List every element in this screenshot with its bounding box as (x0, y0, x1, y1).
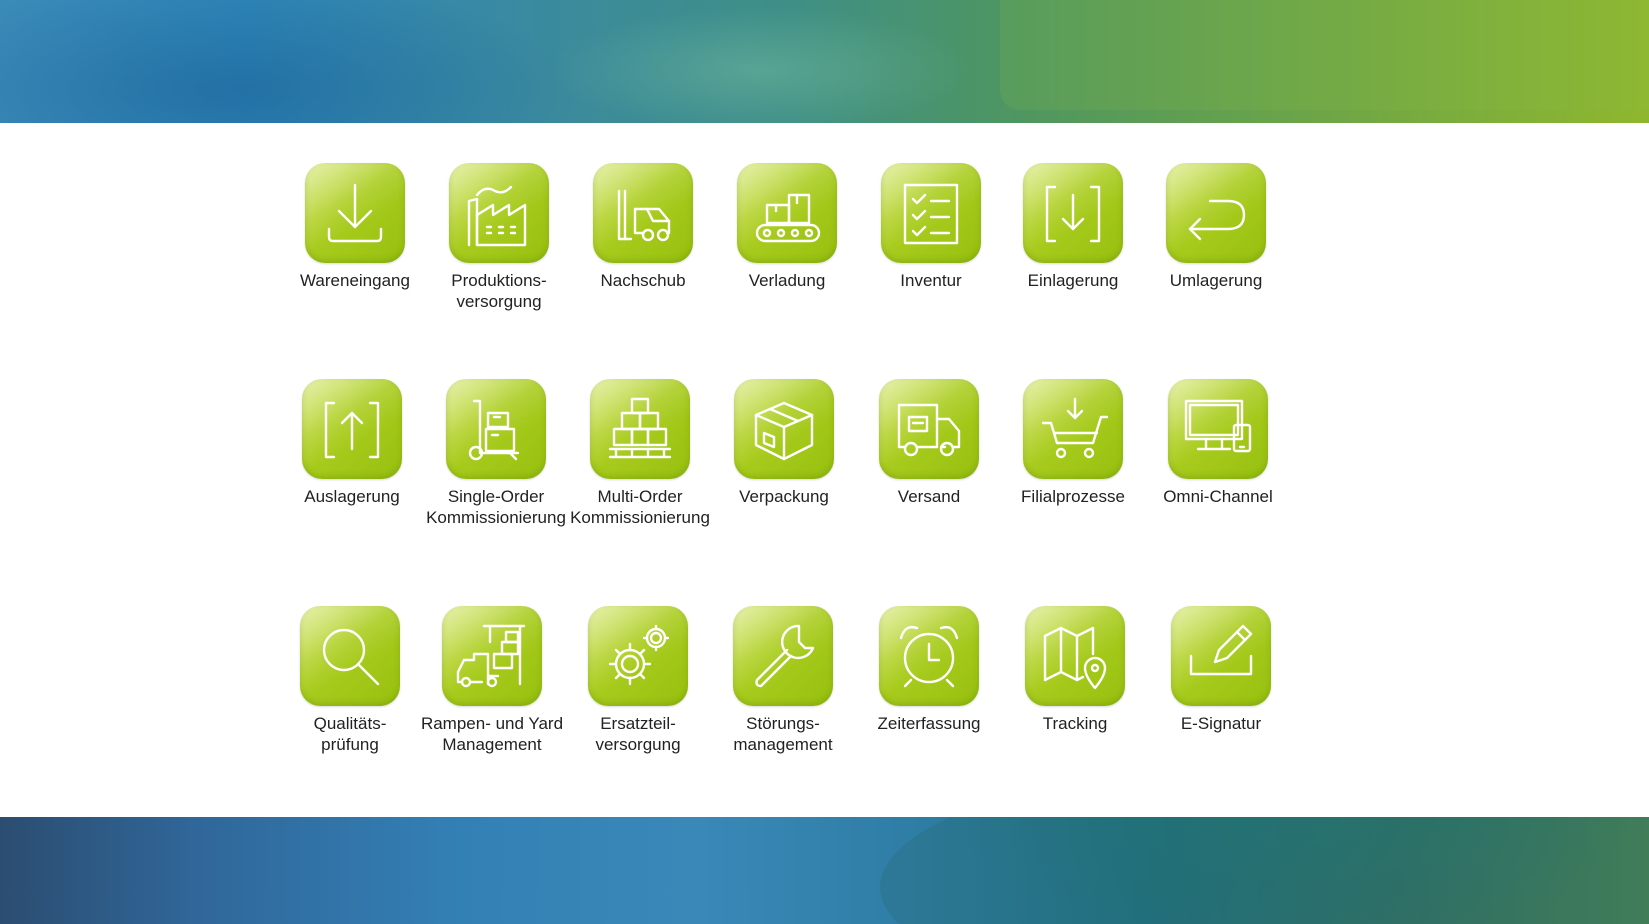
tile-rampen-yard[interactable]: Rampen- und Yard Management (417, 606, 567, 755)
tile-label: Omni-Channel (1163, 487, 1273, 506)
wrench-icon (733, 606, 833, 706)
delivery-truck-icon (879, 379, 979, 479)
map-pin-icon (1025, 606, 1125, 706)
tile-stoerungsmanagement[interactable]: Störungs- management (708, 606, 858, 755)
tile-wareneingang[interactable]: Wareneingang (280, 163, 430, 291)
tile-label: E-Signatur (1180, 714, 1262, 733)
tile-einlagerung[interactable]: Einlagerung (998, 163, 1148, 291)
tile-zeiterfassung[interactable]: Zeiterfassung (854, 606, 1004, 734)
tile-inventur[interactable]: Inventur (856, 163, 1006, 291)
factory-icon (449, 163, 549, 263)
bracket-arrow-down-icon (1023, 163, 1123, 263)
tile-label: Versand (897, 487, 961, 506)
tile-umlagerung[interactable]: Umlagerung (1141, 163, 1291, 291)
download-tray-icon (305, 163, 405, 263)
tile-omni-channel[interactable]: Omni-Channel (1143, 379, 1293, 507)
tile-label: Inventur (900, 271, 962, 290)
tile-label: Einlagerung (1027, 271, 1119, 290)
tile-label: Multi-Order Kommissionierung (570, 487, 710, 527)
gears-icon (588, 606, 688, 706)
tile-label: Qualitäts- prüfung (313, 714, 387, 754)
tile-label: Zeiterfassung (877, 714, 981, 733)
monitor-tablet-icon (1168, 379, 1268, 479)
tile-qualitaetspruefung[interactable]: Qualitäts- prüfung (275, 606, 425, 755)
tile-e-signatur[interactable]: E-Signatur (1146, 606, 1296, 734)
tile-tracking[interactable]: Tracking (1000, 606, 1150, 734)
tile-versand[interactable]: Versand (854, 379, 1004, 507)
hand-truck-icon (446, 379, 546, 479)
tile-label: Produktions- versorgung (451, 271, 547, 311)
return-arrow-icon (1166, 163, 1266, 263)
magnifier-icon (300, 606, 400, 706)
tile-label: Rampen- und Yard Management (420, 714, 564, 754)
tile-label: Verladung (748, 271, 826, 290)
tile-verladung[interactable]: Verladung (712, 163, 862, 291)
top-banner (0, 0, 1649, 123)
conveyor-belt-icon (737, 163, 837, 263)
tile-label: Umlagerung (1169, 271, 1263, 290)
bottom-banner (0, 817, 1649, 924)
tile-label: Störungs- management (733, 714, 833, 754)
checklist-icon (881, 163, 981, 263)
tile-nachschub[interactable]: Nachschub (568, 163, 718, 291)
tile-single-order[interactable]: Single-Order Kommissionierung (421, 379, 571, 528)
tile-produktionsversorgung[interactable]: Produktions- versorgung (424, 163, 574, 312)
package-box-icon (734, 379, 834, 479)
tile-label: Nachschub (600, 271, 686, 290)
alarm-clock-icon (879, 606, 979, 706)
tile-auslagerung[interactable]: Auslagerung (277, 379, 427, 507)
process-icon-grid: Wareneingang Produktions- versorgung Nac… (0, 123, 1649, 817)
tile-label: Wareneingang (300, 271, 410, 290)
tile-label: Tracking (1042, 714, 1108, 733)
tile-label: Auslagerung (304, 487, 400, 506)
forklift-icon (593, 163, 693, 263)
shopping-cart-icon (1023, 379, 1123, 479)
tile-label: Filialprozesse (1021, 487, 1125, 506)
tile-ersatzteilversorgung[interactable]: Ersatzteil- versorgung (563, 606, 713, 755)
truck-crane-icon (442, 606, 542, 706)
tile-label: Verpackung (739, 487, 829, 506)
pallet-boxes-icon (590, 379, 690, 479)
tile-label: Single-Order Kommissionierung (426, 487, 566, 527)
pen-signature-icon (1171, 606, 1271, 706)
bracket-arrow-up-icon (302, 379, 402, 479)
tile-verpackung[interactable]: Verpackung (709, 379, 859, 507)
tile-multi-order[interactable]: Multi-Order Kommissionierung (565, 379, 715, 528)
tile-filialprozesse[interactable]: Filialprozesse (998, 379, 1148, 507)
tile-label: Ersatzteil- versorgung (595, 714, 681, 754)
